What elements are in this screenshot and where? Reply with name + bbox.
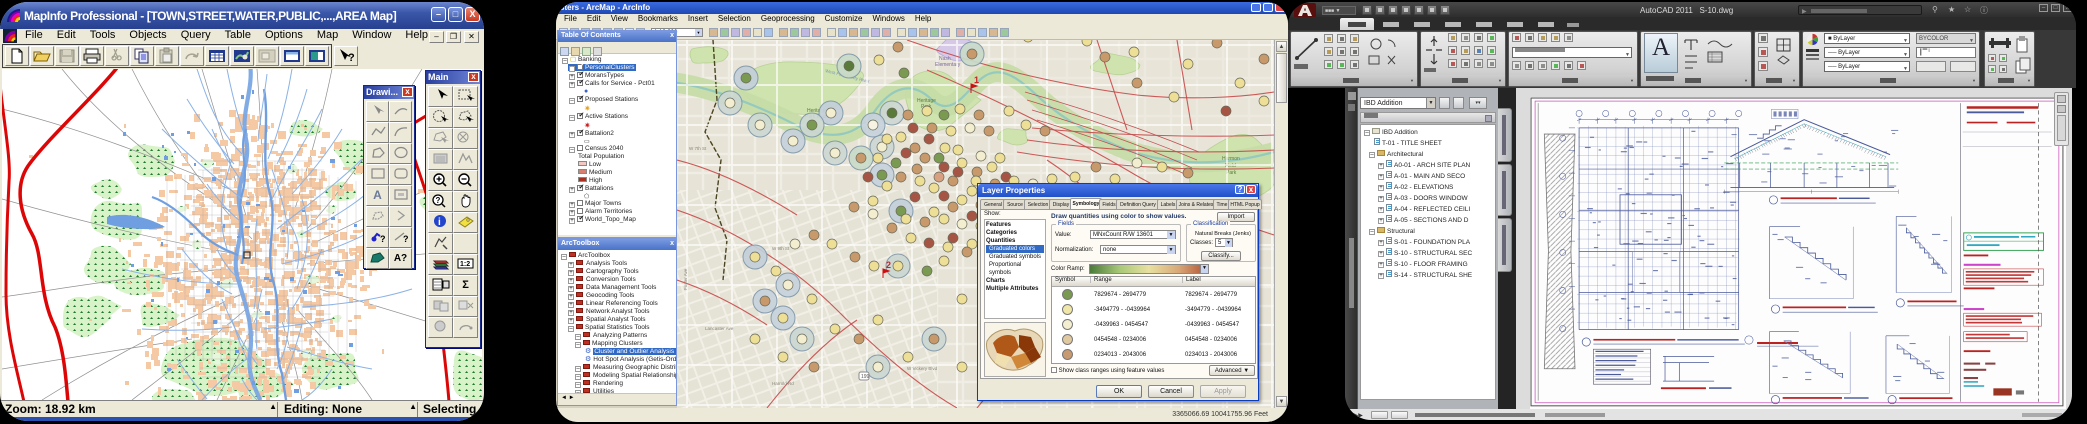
svg-text:199: 199 — [861, 374, 870, 380]
svg-text:?: ? — [348, 52, 355, 64]
svg-text:Harrold Rd: Harrold Rd — [772, 381, 794, 386]
svg-text:Lancaster Ave: Lancaster Ave — [705, 326, 734, 331]
svg-text:W Vickery Blvd: W Vickery Blvd — [907, 366, 938, 371]
svg-text:i: i — [438, 217, 441, 228]
svg-text:Foster Ave: Foster Ave — [683, 268, 688, 290]
svg-text:?: ? — [403, 234, 409, 244]
svg-text:W 7th St: W 7th St — [689, 146, 707, 151]
svg-text:W 9th St: W 9th St — [772, 246, 790, 251]
svg-text:?: ? — [380, 234, 386, 244]
svg-text:?: ? — [435, 196, 440, 205]
svg-text:Harmon: Harmon — [1222, 156, 1240, 162]
svg-text:2: 2 — [886, 260, 891, 270]
svg-text:1:2: 1:2 — [460, 261, 470, 268]
svg-text:1: 1 — [974, 75, 979, 85]
